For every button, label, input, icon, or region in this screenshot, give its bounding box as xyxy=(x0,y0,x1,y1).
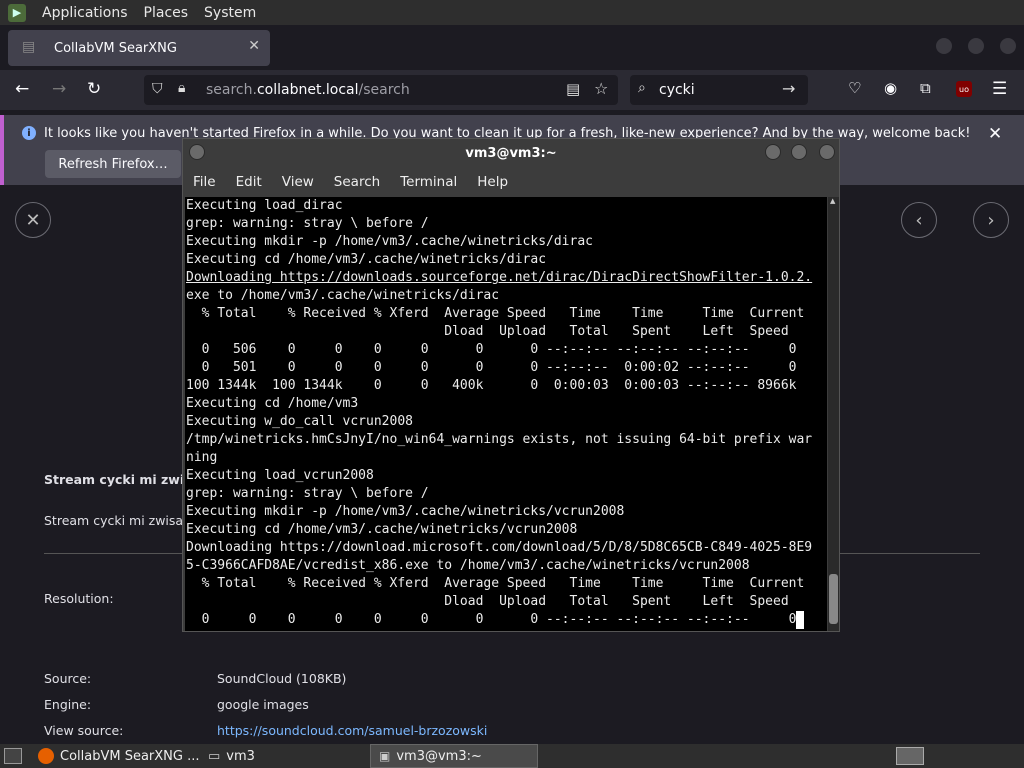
terminal-window[interactable]: vm3@vm3:~ File Edit View Search Terminal… xyxy=(182,138,840,632)
shield-icon[interactable]: ⛉ xyxy=(152,81,163,97)
close-window-button[interactable] xyxy=(1000,38,1016,54)
terminal-line: grep: warning: stray \ before / xyxy=(186,216,429,231)
previous-result-button[interactable]: ‹ xyxy=(901,202,937,238)
reader-view-icon[interactable]: ▤ xyxy=(566,80,580,98)
show-desktop-icon[interactable] xyxy=(4,748,22,764)
terminal-line: ning xyxy=(186,450,218,465)
terminal-icon: ▣ xyxy=(379,749,391,763)
system-menu[interactable]: System xyxy=(204,5,256,21)
menu-file[interactable]: File xyxy=(193,174,216,190)
extensions-icon[interactable]: ⧉ xyxy=(920,79,931,97)
search-input[interactable]: cycki xyxy=(659,82,695,98)
resolution-label: Resolution: xyxy=(44,591,114,606)
close-notification-icon[interactable]: ✕ xyxy=(988,124,1002,144)
search-go-icon[interactable]: → xyxy=(782,79,795,98)
engine-label: Engine: xyxy=(44,697,92,712)
url-bar[interactable]: ⛉ 🔒︎ search. collabnet.local/search ▤ ☆ xyxy=(144,75,618,105)
taskbar-item-folder[interactable]: ▭ vm3 xyxy=(200,744,368,768)
terminal-line: grep: warning: stray \ before / xyxy=(186,486,429,501)
url-host: search. xyxy=(206,82,257,98)
reload-icon[interactable]: ↻ xyxy=(87,79,101,99)
back-icon[interactable]: ← xyxy=(15,79,29,99)
top-panel: ▶ Applications Places System xyxy=(0,0,1024,25)
info-icon: i xyxy=(22,126,36,140)
menu-help[interactable]: Help xyxy=(477,174,508,190)
hamburger-menu-icon[interactable]: ☰ xyxy=(992,79,1007,99)
bookmark-star-icon[interactable]: ☆ xyxy=(594,79,608,98)
terminal-line: Executing w_do_call vcrun2008 xyxy=(186,414,413,429)
taskbar-folder-label: vm3 xyxy=(226,748,255,764)
next-result-button[interactable]: › xyxy=(973,202,1009,238)
terminal-line: 0 506 0 0 0 0 0 0 --:--:-- --:--:-- --:-… xyxy=(186,342,797,357)
menu-search[interactable]: Search xyxy=(334,174,380,190)
terminal-line: Executing load_dirac xyxy=(186,198,343,213)
applications-menu[interactable]: Applications xyxy=(42,5,128,21)
bottom-taskbar: CollabVM SearXNG ... ▭ vm3 ▣ vm3@vm3:~ xyxy=(0,744,1024,768)
terminal-line: Dload Upload Total Spent Left Speed xyxy=(186,324,789,339)
folder-icon: ▭ xyxy=(208,748,221,764)
terminal-line: 5-C3966CAFD8AE/vcredist_x86.exe to /home… xyxy=(186,558,750,573)
gnome-foot-icon[interactable]: ▶ xyxy=(8,3,26,22)
account-icon[interactable]: ◉ xyxy=(884,79,897,97)
url-path: /search xyxy=(358,82,410,98)
terminal-output[interactable]: Executing load_dirac grep: warning: stray… xyxy=(185,197,827,631)
menu-terminal[interactable]: Terminal xyxy=(400,174,457,190)
terminal-line: /tmp/winetricks.hmCsJnyI/no_win64_warnin… xyxy=(186,432,813,447)
view-source-label: View source: xyxy=(44,723,124,738)
tab-collabvm-searxng[interactable]: ▤ CollabVM SearXNG ✕ xyxy=(8,30,270,66)
pocket-icon[interactable]: ♡ xyxy=(848,79,861,97)
terminal-line: exe to /home/vm3/.cache/winetricks/dirac xyxy=(186,288,500,303)
engine-value: google images xyxy=(217,697,309,712)
taskbar-item-terminal[interactable]: ▣ vm3@vm3:~ xyxy=(370,744,538,768)
lock-icon[interactable]: 🔒︎ xyxy=(178,80,185,96)
terminal-line: % Total % Received % Xferd Average Speed… xyxy=(186,576,805,591)
tab-title: CollabVM SearXNG xyxy=(54,40,177,56)
scroll-up-icon[interactable]: ▲ xyxy=(830,197,835,205)
terminal-maximize-button[interactable] xyxy=(791,144,807,160)
terminal-line: Executing cd /home/vm3/.cache/winetricks… xyxy=(186,252,547,267)
terminal-close-button[interactable] xyxy=(819,144,835,160)
terminal-line: Executing cd /home/vm3/.cache/winetricks… xyxy=(186,522,578,537)
result-description: Stream cycki mi zwisają xyxy=(44,513,195,528)
terminal-title: vm3@vm3:~ xyxy=(465,145,557,161)
terminal-line: 100 1344k 100 1344k 0 0 400k 0 0:00:03 0… xyxy=(186,378,797,393)
terminal-line: 0 501 0 0 0 0 0 0 --:--:-- 0:00:02 --:--… xyxy=(186,360,797,375)
taskbar-terminal-label: vm3@vm3:~ xyxy=(396,748,482,764)
terminal-line: Executing mkdir -p /home/vm3/.cache/wine… xyxy=(186,234,593,249)
taskbar-item-firefox[interactable]: CollabVM SearXNG ... xyxy=(30,744,200,768)
menu-edit[interactable]: Edit xyxy=(236,174,262,190)
terminal-line: Executing mkdir -p /home/vm3/.cache/wine… xyxy=(186,504,625,519)
terminal-line: Downloading https://downloads.sourceforg… xyxy=(186,270,813,285)
terminal-cursor xyxy=(796,611,805,629)
close-tab-icon[interactable]: ✕ xyxy=(248,38,260,54)
terminal-line: Executing cd /home/vm3 xyxy=(186,396,359,411)
terminal-scrollbar-thumb[interactable] xyxy=(829,574,838,624)
taskbar-firefox-label: CollabVM SearXNG ... xyxy=(60,748,200,764)
search-bar[interactable]: ⌕ cycki → xyxy=(630,75,808,105)
close-detail-button[interactable]: ✕ xyxy=(15,202,51,238)
refresh-firefox-button[interactable]: Refresh Firefox… xyxy=(45,150,181,178)
terminal-line: Executing load_vcrun2008 xyxy=(186,468,374,483)
terminal-line: Downloading https://download.microsoft.c… xyxy=(186,540,813,555)
terminal-line: % Total % Received % Xferd Average Speed… xyxy=(186,306,805,321)
tab-favicon-icon: ▤ xyxy=(22,39,36,55)
terminal-line: Dload Upload Total Spent Left Speed xyxy=(186,594,789,609)
search-icon: ⌕ xyxy=(638,80,646,96)
places-menu[interactable]: Places xyxy=(144,5,189,21)
minimize-window-button[interactable] xyxy=(936,38,952,54)
menu-view[interactable]: View xyxy=(282,174,314,190)
source-label: Source: xyxy=(44,671,92,686)
firefox-icon xyxy=(38,748,54,764)
ublock-icon[interactable]: uo xyxy=(956,81,972,97)
terminal-line: 0 0 0 0 0 0 0 0 --:--:-- --:--:-- --:--:… xyxy=(186,612,797,627)
terminal-scrollbar[interactable]: ▲ xyxy=(828,197,839,631)
terminal-menubar: File Edit View Search Terminal Help xyxy=(183,169,839,195)
source-value: SoundCloud (108KB) xyxy=(217,671,347,686)
maximize-window-button[interactable] xyxy=(968,38,984,54)
url-domain: collabnet.local xyxy=(256,82,359,98)
terminal-minimize-button[interactable] xyxy=(765,144,781,160)
workspace-switcher[interactable] xyxy=(896,747,924,765)
view-source-link[interactable]: https://soundcloud.com/samuel-brzozowski xyxy=(217,723,487,738)
forward-icon[interactable]: → xyxy=(52,79,66,99)
